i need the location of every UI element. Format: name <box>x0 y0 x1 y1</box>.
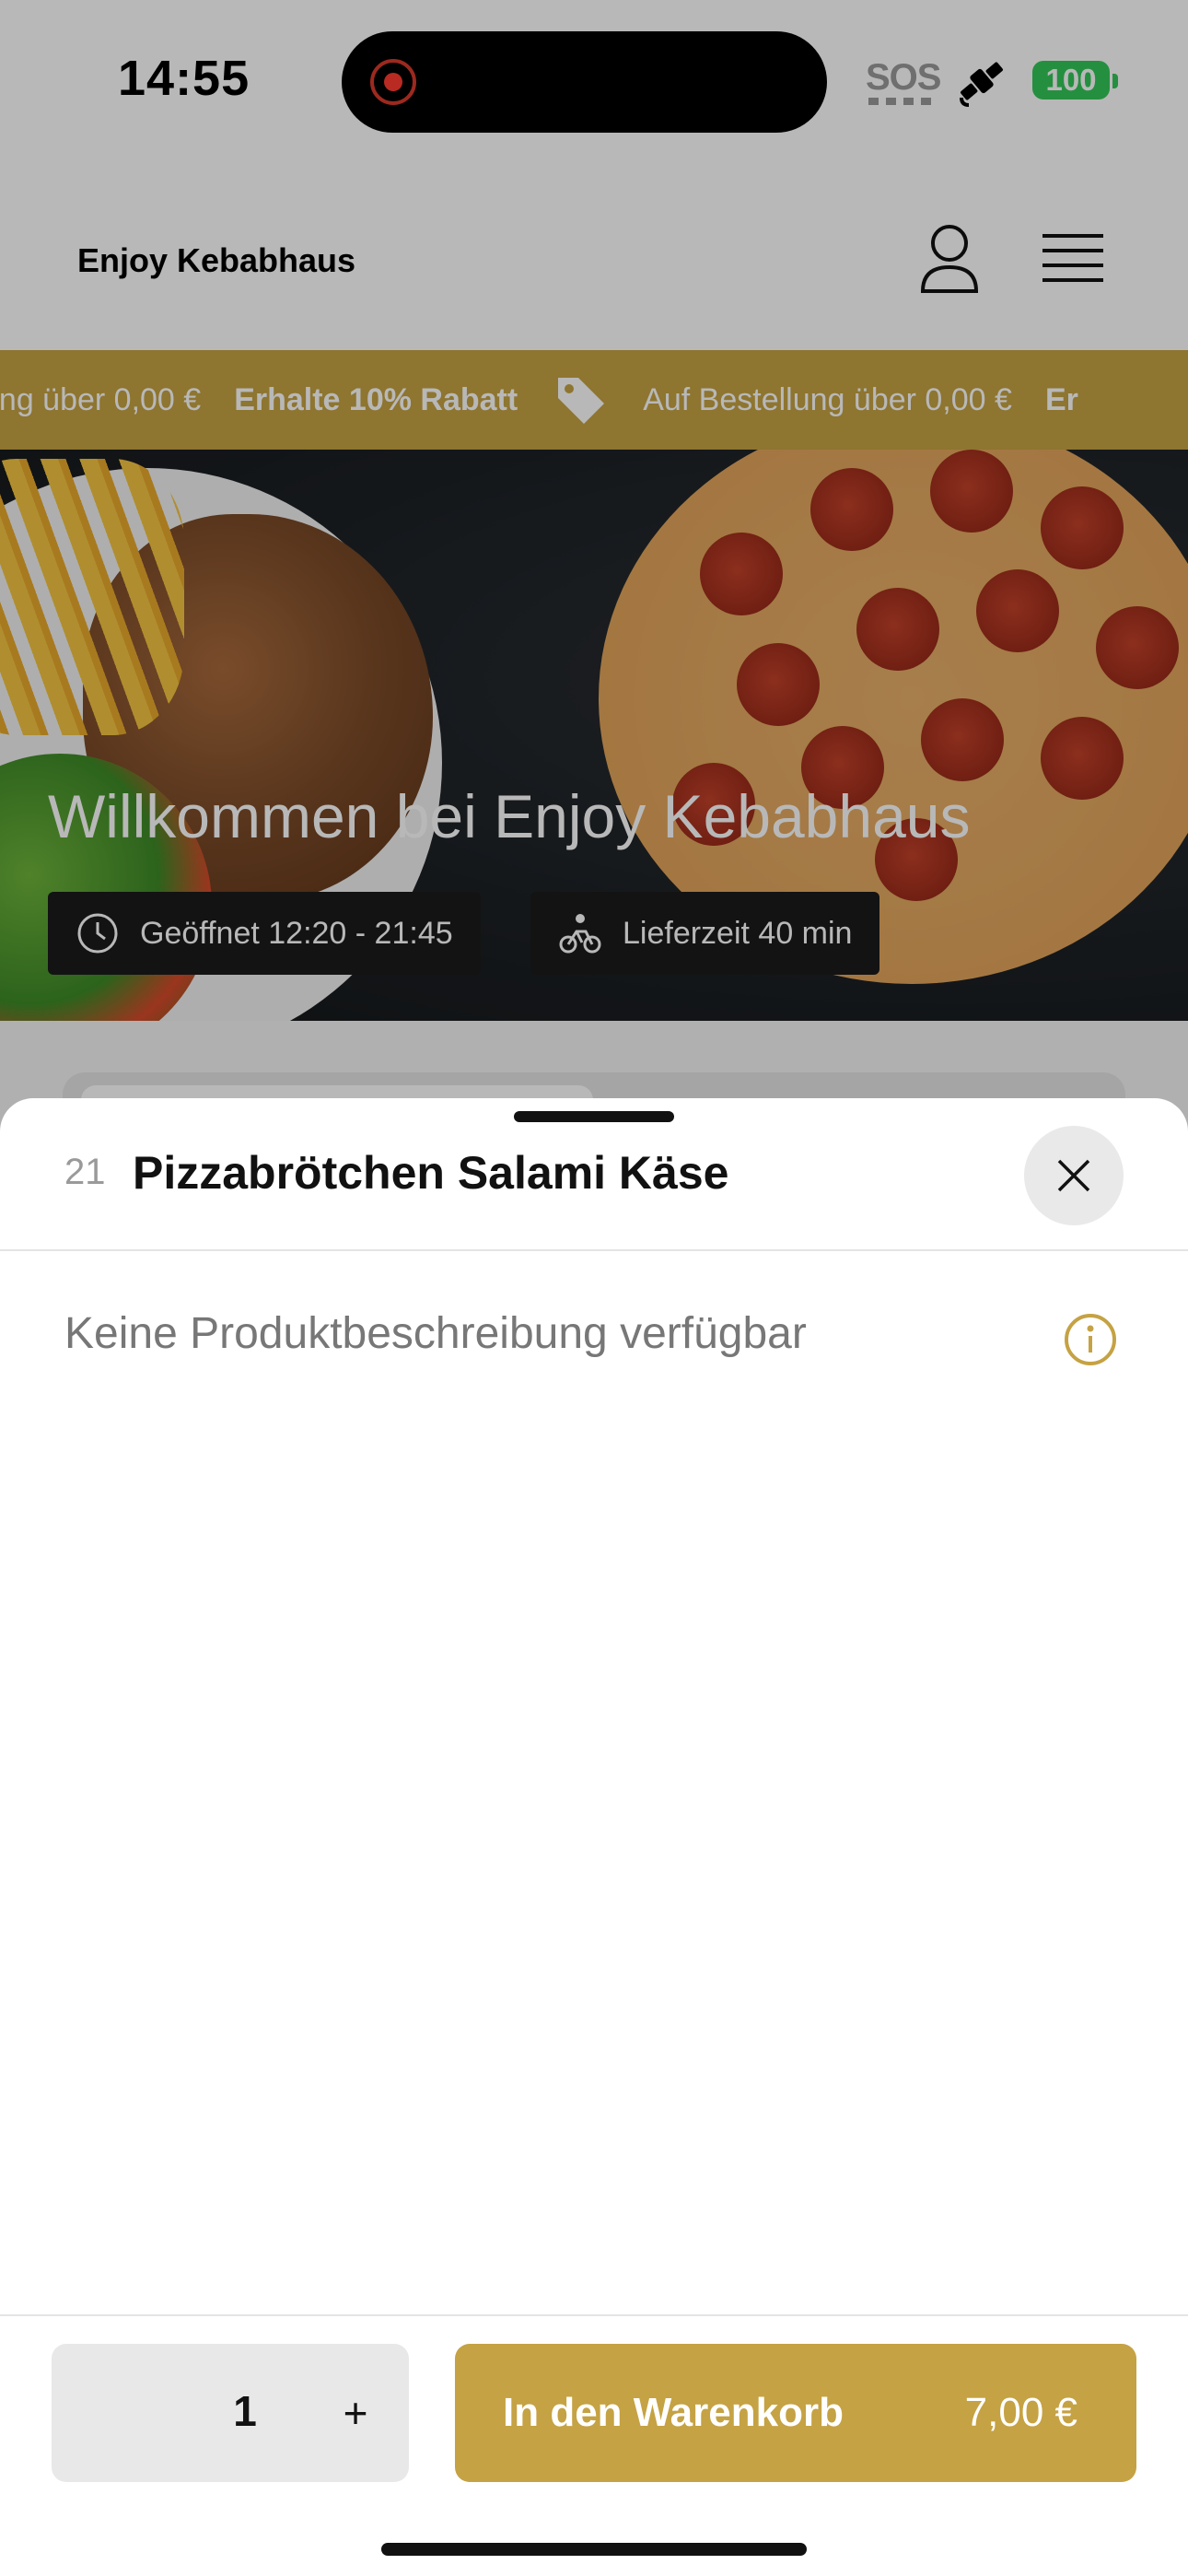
product-description: Keine Produktbeschreibung verfügbar <box>64 1309 807 1358</box>
product-title: Pizzabrötchen Salami Käse <box>133 1147 729 1199</box>
sheet-grabber[interactable] <box>514 1111 674 1122</box>
add-to-cart-price: 7,00 € <box>964 2390 1077 2435</box>
close-button[interactable] <box>1024 1126 1124 1225</box>
add-to-cart-label: In den Warenkorb <box>503 2390 844 2435</box>
quantity-value: 1 <box>233 2387 257 2435</box>
quantity-stepper: 1 + <box>52 2344 409 2482</box>
home-indicator[interactable] <box>381 2543 807 2556</box>
quantity-plus-button[interactable]: + <box>328 2381 383 2445</box>
close-icon <box>1057 1159 1090 1192</box>
add-to-cart-button[interactable]: In den Warenkorb 7,00 € <box>455 2344 1136 2482</box>
footer-divider <box>0 2314 1188 2316</box>
sheet-divider <box>0 1249 1188 1251</box>
product-number: 21 <box>64 1152 106 1192</box>
product-detail-sheet: 21 Pizzabrötchen Salami Käse Keine Produ… <box>0 1098 1188 2576</box>
info-icon[interactable] <box>1061 1310 1120 1369</box>
